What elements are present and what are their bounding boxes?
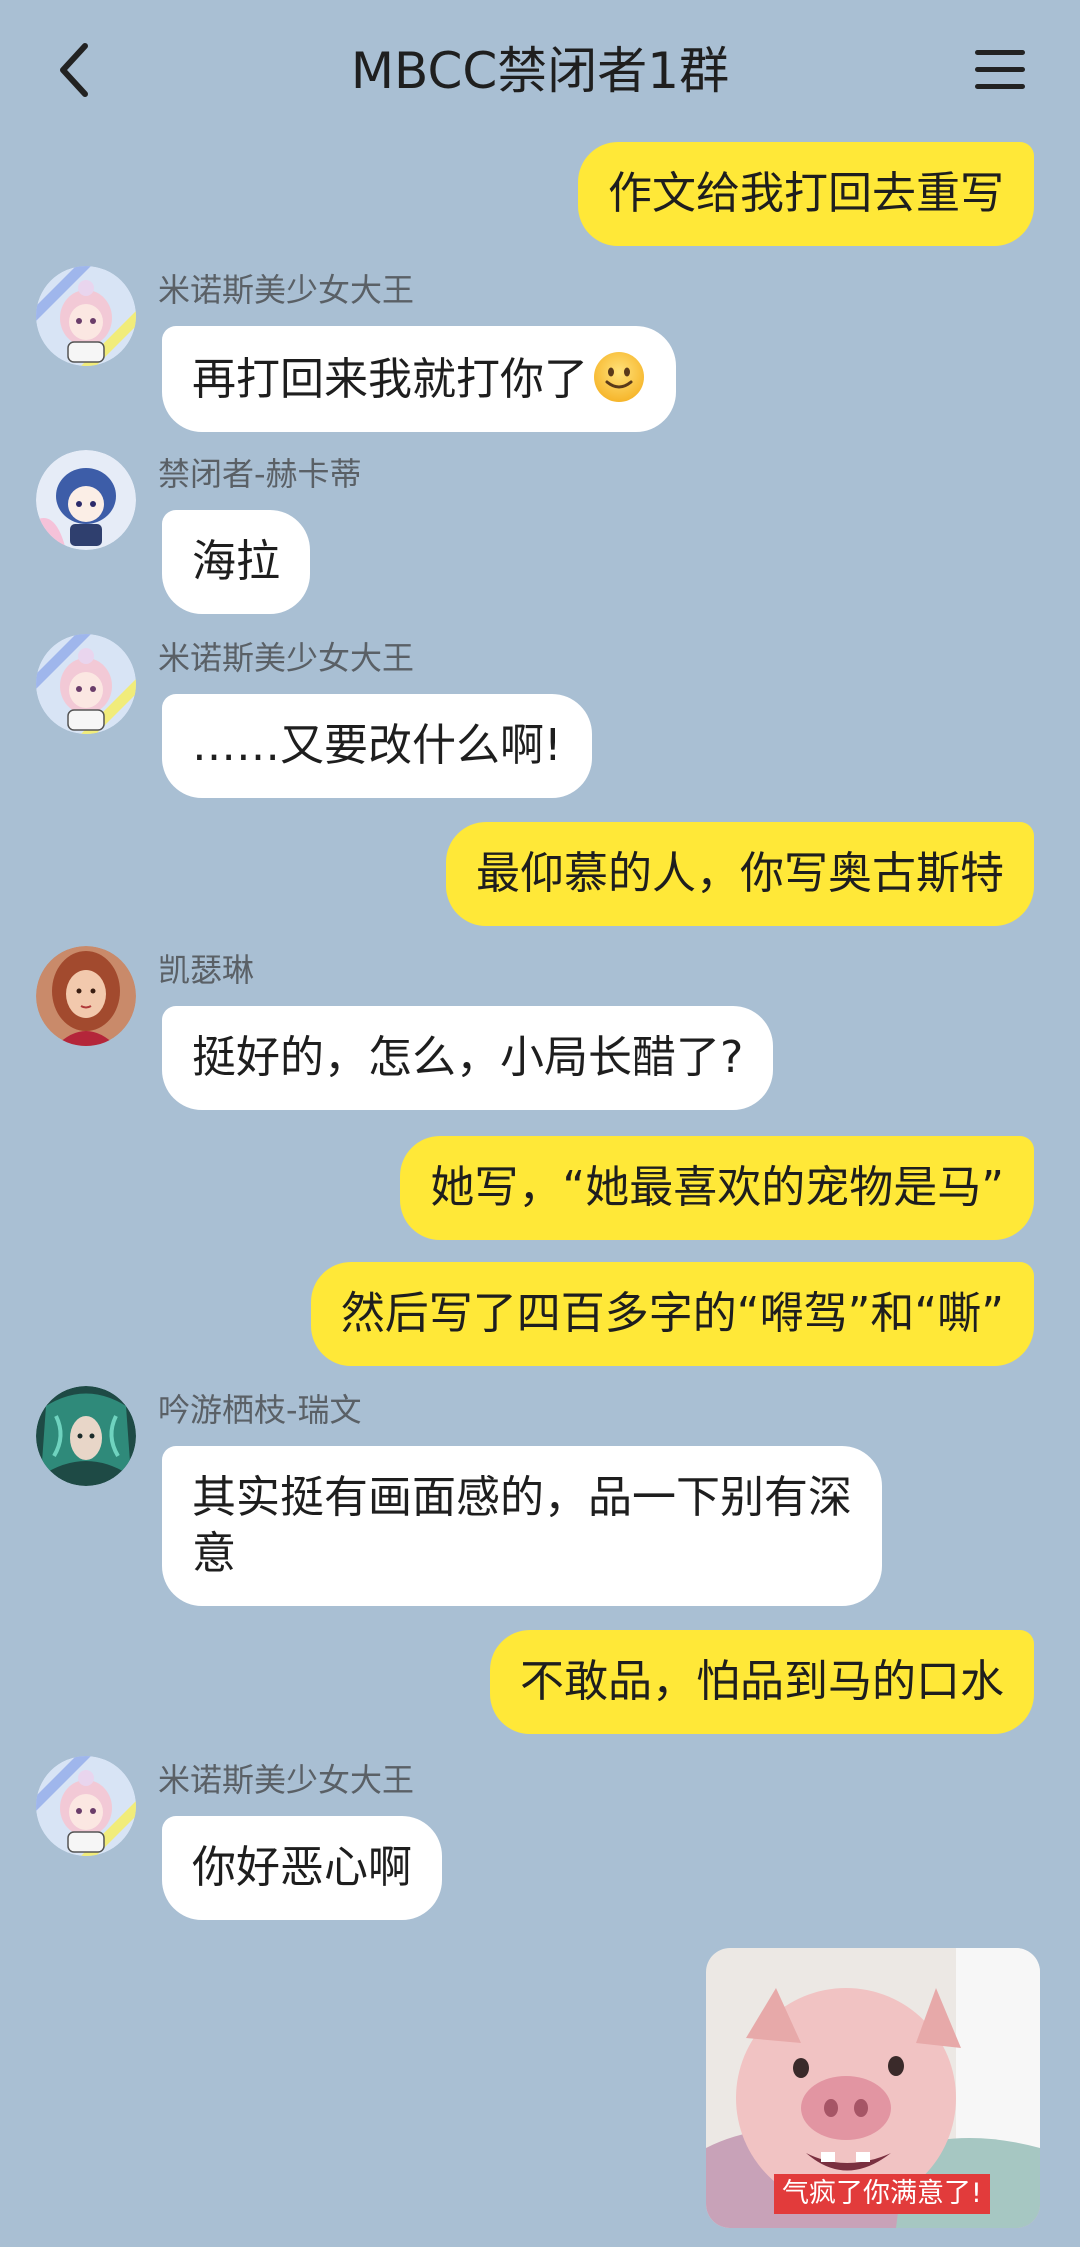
message-text: 再打回来我就打你了 xyxy=(192,354,588,405)
outgoing-message-bubble[interactable]: 作文给我打回去重写 xyxy=(578,142,1034,246)
sender-name: 米诺斯美少女大王 xyxy=(158,1761,415,1799)
avatar[interactable] xyxy=(36,946,136,1046)
sender-name: 米诺斯美少女大王 xyxy=(158,639,415,677)
sender-name: 米诺斯美少女大王 xyxy=(158,271,415,309)
outgoing-message-bubble[interactable]: 不敢品，怕品到马的口水 xyxy=(490,1630,1034,1734)
piglet-sticker[interactable]: 气疯了你满意了! xyxy=(706,1948,1040,2228)
avatar[interactable] xyxy=(36,450,136,550)
chat-header: MBCC禁闭者1群 xyxy=(0,0,1080,140)
incoming-message-bubble[interactable]: 你好恶心啊 xyxy=(162,1816,442,1920)
sender-name: 禁闭者-赫卡蒂 xyxy=(158,455,362,493)
avatar[interactable] xyxy=(36,634,136,734)
sender-name: 吟游栖枝-瑞文 xyxy=(158,1391,362,1429)
chat-title: MBCC禁闭者1群 xyxy=(350,42,730,100)
hamburger-menu-icon xyxy=(975,50,1025,89)
avatar[interactable] xyxy=(36,1756,136,1856)
incoming-message-bubble[interactable]: 海拉 xyxy=(162,510,310,614)
incoming-message-bubble[interactable]: 再打回来我就打你了 xyxy=(162,326,676,432)
avatar[interactable] xyxy=(36,1386,136,1486)
outgoing-message-bubble[interactable]: 她写，“她最喜欢的宠物是马” xyxy=(400,1136,1034,1240)
incoming-message-bubble[interactable]: 其实挺有画面感的，品一下别有深意 xyxy=(162,1446,882,1606)
outgoing-message-bubble[interactable]: 然后写了四百多字的“嘚驾”和“嘶” xyxy=(310,1262,1034,1366)
incoming-message-bubble[interactable]: 挺好的，怎么，小局长醋了? xyxy=(162,1006,774,1110)
incoming-message-bubble[interactable]: ……又要改什么啊! xyxy=(162,694,592,798)
outgoing-message-bubble[interactable]: 最仰慕的人，你写奥古斯特 xyxy=(446,822,1034,926)
menu-button[interactable] xyxy=(960,30,1040,110)
avatar[interactable] xyxy=(36,266,136,366)
sender-name: 凯瑟琳 xyxy=(158,951,255,989)
sticker-caption: 气疯了你满意了! xyxy=(774,2174,990,2214)
slight-smile-emoji-icon xyxy=(594,352,644,402)
